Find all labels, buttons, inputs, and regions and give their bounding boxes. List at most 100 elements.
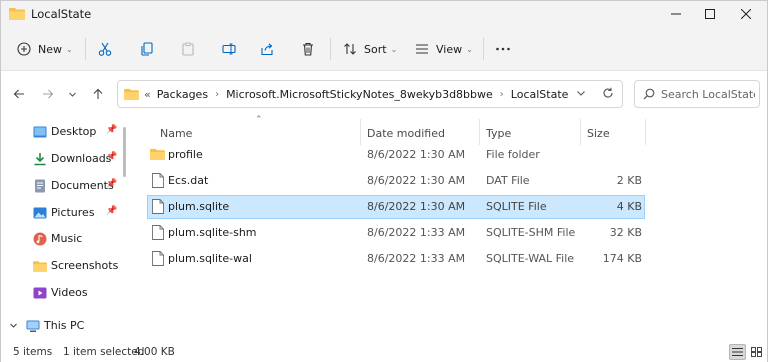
table-row[interactable]: Ecs.dat 8/6/2022 1:30 AM DAT File 2 KB (147, 169, 645, 193)
refresh-button[interactable] (602, 87, 614, 102)
table-row[interactable]: profile 8/6/2022 1:30 AM File folder (147, 143, 645, 167)
new-icon (17, 42, 31, 56)
folder-icon (33, 261, 47, 272)
table-row[interactable]: plum.sqlite-wal 8/6/2022 1:33 AM SQLITE-… (147, 247, 645, 271)
close-icon (741, 9, 751, 19)
address-history-button[interactable] (576, 88, 586, 101)
nav-item-screenshots[interactable]: Screenshots (1, 254, 129, 278)
column-header-size[interactable]: Size (587, 121, 610, 145)
column-divider[interactable] (479, 119, 480, 145)
rename-icon (222, 43, 236, 55)
sort-button[interactable]: Sort ⌄ (343, 37, 397, 61)
nav-label: Downloads (51, 152, 112, 165)
arrow-right-icon (43, 89, 54, 99)
nav-item-documents[interactable]: Documents 📌 (1, 174, 129, 198)
file-icon (152, 173, 164, 188)
selection-size: 4.00 KB (134, 346, 175, 358)
search-icon (643, 88, 655, 100)
minimize-button[interactable] (659, 1, 693, 27)
file-name: plum.sqlite-wal (168, 252, 252, 265)
breadcrumb-localstate[interactable]: LocalState (511, 88, 569, 101)
more-options-button[interactable] (495, 37, 511, 61)
nav-item-videos[interactable]: Videos (1, 281, 129, 305)
file-icon (152, 199, 164, 214)
column-label: Type (486, 126, 512, 140)
search-box[interactable] (634, 80, 760, 108)
column-header-date[interactable]: Date modified (367, 121, 445, 145)
file-date: 8/6/2022 1:33 AM (367, 226, 466, 239)
copy-icon (141, 42, 153, 56)
more-icon (496, 47, 510, 51)
file-type: SQLITE-WAL File (486, 252, 575, 265)
pin-icon: 📌 (106, 125, 118, 135)
share-button[interactable] (260, 37, 274, 61)
nav-item-downloads[interactable]: Downloads 📌 (1, 147, 129, 171)
status-bar: 5 items 1 item selected 4.00 KB (1, 343, 767, 362)
paste-button[interactable] (181, 37, 195, 61)
navigation-pane: Desktop 📌 Downloads 📌 Documents 📌 Pictur… (1, 115, 129, 343)
pictures-icon (33, 207, 47, 219)
table-row-selected[interactable]: plum.sqlite 8/6/2022 1:30 AM SQLITE File… (147, 195, 645, 219)
file-explorer-window: LocalState New ⌄ Sort ⌄ View ⌄ « Package… (0, 0, 768, 362)
column-divider[interactable] (645, 119, 646, 145)
pin-icon: 📌 (106, 152, 118, 162)
folder-icon (124, 88, 139, 100)
copy-button[interactable] (140, 37, 154, 61)
chevron-down-icon (68, 92, 76, 97)
nav-scrollbar[interactable] (123, 127, 126, 177)
nav-item-pictures[interactable]: Pictures 📌 (1, 201, 129, 225)
folder-icon (150, 148, 165, 160)
maximize-button[interactable] (693, 1, 727, 27)
search-input[interactable] (661, 87, 755, 101)
cut-button[interactable] (98, 37, 112, 61)
table-row[interactable]: plum.sqlite-shm 8/6/2022 1:33 AM SQLITE-… (147, 221, 645, 245)
chevron-right-icon[interactable]: › (500, 89, 504, 100)
file-date: 8/6/2022 1:30 AM (367, 148, 466, 161)
folder-icon (9, 8, 25, 20)
arrow-up-icon (93, 88, 103, 99)
close-button[interactable] (729, 1, 763, 27)
file-type: File folder (486, 148, 540, 161)
nav-label: Documents (51, 179, 114, 192)
address-bar[interactable]: « Packages › Microsoft.MicrosoftStickyNo… (117, 80, 623, 108)
file-name: profile (168, 148, 203, 161)
view-button[interactable]: View ⌄ (415, 37, 473, 61)
videos-icon (33, 287, 47, 299)
nav-item-desktop[interactable]: Desktop 📌 (1, 120, 129, 144)
details-view-button[interactable] (729, 344, 746, 360)
column-header-name[interactable]: Name (160, 121, 192, 145)
breadcrumb-packages[interactable]: Packages (157, 88, 208, 101)
file-date: 8/6/2022 1:30 AM (367, 200, 466, 213)
chevron-down-icon (10, 323, 17, 328)
column-label: Name (160, 126, 193, 140)
breadcrumb-overflow[interactable]: « (144, 88, 151, 101)
column-header-type[interactable]: Type (486, 121, 511, 145)
tiles-view-button[interactable] (748, 344, 765, 360)
file-size: 32 KB (609, 226, 642, 239)
expand-chevron[interactable] (9, 320, 18, 333)
file-size: 2 KB (616, 174, 642, 187)
recent-locations-button[interactable] (63, 85, 81, 103)
delete-button[interactable] (301, 37, 315, 61)
chevron-right-icon[interactable]: › (215, 89, 219, 100)
nav-label: Desktop (51, 125, 97, 138)
documents-icon (35, 179, 45, 193)
back-button[interactable] (10, 85, 28, 103)
nav-label: Videos (51, 286, 88, 299)
column-divider[interactable] (580, 119, 581, 145)
window-title: LocalState (31, 7, 92, 21)
new-button[interactable]: New ⌄ (17, 37, 73, 61)
nav-item-this-pc[interactable]: This PC (1, 314, 129, 338)
breadcrumb-stickynotes[interactable]: Microsoft.MicrosoftStickyNotes_8wekyb3d8… (226, 88, 493, 101)
forward-button[interactable] (39, 85, 57, 103)
chevron-down-icon: ⌄ (66, 44, 73, 54)
new-label: New (38, 42, 62, 56)
up-button[interactable] (89, 85, 107, 103)
file-list: ⌃ Name Date modified Type Size profile 8… (141, 115, 767, 343)
file-icon (152, 225, 164, 240)
rename-button[interactable] (222, 37, 236, 61)
pin-icon: 📌 (106, 206, 118, 216)
paste-icon (182, 42, 194, 56)
column-divider[interactable] (360, 119, 361, 145)
nav-item-music[interactable]: Music (1, 227, 129, 251)
